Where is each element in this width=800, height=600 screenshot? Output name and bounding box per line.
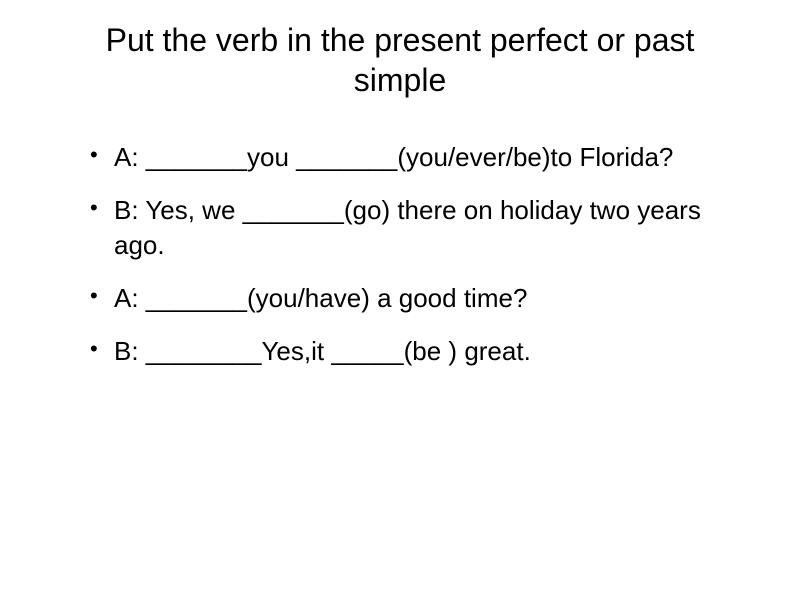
list-item: B: ________Yes,it _____(be ) great. [90, 334, 740, 369]
list-item: A: _______you _______(you/ever/be)to Flo… [90, 140, 740, 175]
list-item: B: Yes, we _______(go) there on holiday … [90, 193, 740, 263]
exercise-list: A: _______you _______(you/ever/be)to Flo… [60, 140, 740, 369]
list-item: A: _______(you/have) a good time? [90, 281, 740, 316]
slide-title: Put the verb in the present perfect or p… [60, 20, 740, 100]
